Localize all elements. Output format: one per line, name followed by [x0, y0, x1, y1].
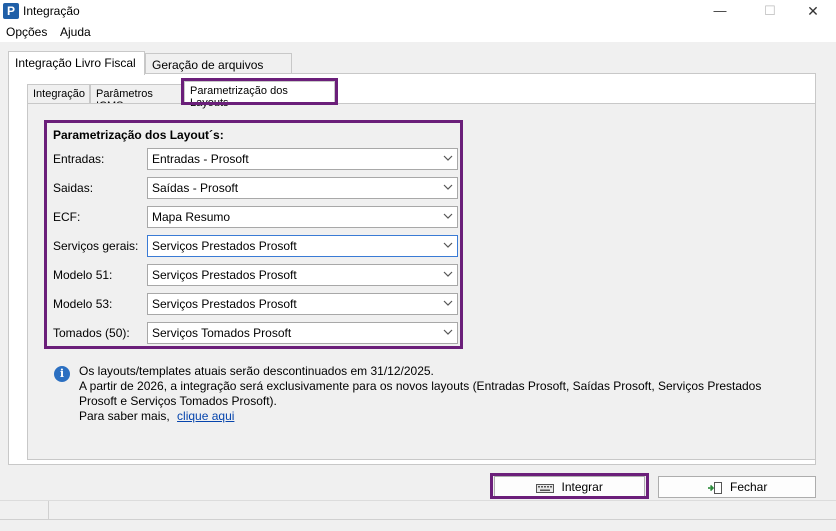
menu-bar: Opções Ajuda [0, 22, 836, 42]
status-divider [48, 501, 49, 519]
chevron-down-icon [443, 242, 453, 248]
label-modelo-53: Modelo 53: [53, 297, 113, 311]
info-more-prefix: Para saber mais, [79, 409, 170, 423]
menu-ajuda[interactable]: Ajuda [60, 25, 91, 39]
maximize-button[interactable]: ☐ [747, 0, 793, 22]
select-modelo-53[interactable]: Serviços Prestados Prosoft [147, 293, 458, 315]
chevron-down-icon [443, 184, 453, 190]
fechar-button-label: Fechar [729, 480, 768, 494]
chevron-down-icon [443, 329, 453, 335]
select-entradas-value: Entradas - Prosoft [152, 152, 249, 166]
exit-icon [707, 481, 722, 494]
chevron-down-icon [443, 213, 453, 219]
tab-integracao-livro-fiscal[interactable]: Integração Livro Fiscal [8, 51, 145, 75]
close-button[interactable]: ✕ [790, 0, 836, 22]
info-line-1: Os layouts/templates atuais serão descon… [79, 364, 434, 378]
integrar-button[interactable]: Integrar [494, 476, 645, 498]
layout-group-title: Parametrização dos Layout´s: [53, 128, 224, 142]
label-entradas: Entradas: [53, 152, 105, 166]
menu-opcoes[interactable]: Opções [6, 25, 47, 39]
tab-integracao[interactable]: Integração [27, 84, 90, 104]
info-line-3: Prosoft e Serviços Tomados Prosoft). [79, 394, 277, 408]
select-saidas-value: Saídas - Prosoft [152, 181, 239, 195]
select-entradas[interactable]: Entradas - Prosoft [147, 148, 458, 170]
select-modelo-51-value: Serviços Prestados Prosoft [152, 268, 297, 282]
select-saidas[interactable]: Saídas - Prosoft [147, 177, 458, 199]
info-icon: i [54, 366, 70, 382]
select-modelo-51[interactable]: Serviços Prestados Prosoft [147, 264, 458, 286]
label-modelo-51: Modelo 51: [53, 268, 113, 282]
info-line-2: A partir de 2026, a integração será excl… [79, 379, 762, 393]
app-logo-icon: P [3, 3, 19, 19]
select-tomados-50-value: Serviços Tomados Prosoft [152, 326, 292, 340]
select-modelo-53-value: Serviços Prestados Prosoft [152, 297, 297, 311]
label-saidas: Saidas: [53, 181, 94, 195]
keyboard-icon [536, 483, 555, 493]
label-tomados-50: Tomados (50): [53, 326, 130, 340]
select-servicos-gerais[interactable]: Serviços Prestados Prosoft [147, 235, 458, 257]
integrar-button-label: Integrar [561, 480, 603, 494]
chevron-down-icon [443, 300, 453, 306]
select-servicos-gerais-value: Serviços Prestados Prosoft [152, 239, 297, 253]
title-bar: P Integração — ☐ ✕ [0, 0, 836, 22]
tab-parametros-icms[interactable]: Parâmetros ICMS [90, 84, 182, 112]
chevron-down-icon [443, 155, 453, 161]
label-ecf: ECF: [53, 210, 81, 224]
window-title: Integração [23, 4, 80, 18]
tab-geracao-arquivos-txt[interactable]: Geração de arquivos TXT [145, 53, 292, 86]
status-divider-line [0, 519, 836, 520]
select-ecf[interactable]: Mapa Resumo [147, 206, 458, 228]
select-ecf-value: Mapa Resumo [152, 210, 231, 224]
learn-more-link[interactable]: clique aqui [177, 409, 234, 423]
select-tomados-50[interactable]: Serviços Tomados Prosoft [147, 322, 458, 344]
status-bar [0, 500, 836, 531]
tab-parametrizacao-layouts[interactable]: Parametrização dos Layouts [184, 81, 335, 109]
label-servicos-gerais: Serviços gerais: [53, 239, 139, 253]
minimize-button[interactable]: — [697, 0, 743, 22]
info-line-4: Para saber mais, clique aqui [79, 409, 234, 424]
chevron-down-icon [443, 271, 453, 277]
fechar-button[interactable]: Fechar [658, 476, 816, 498]
